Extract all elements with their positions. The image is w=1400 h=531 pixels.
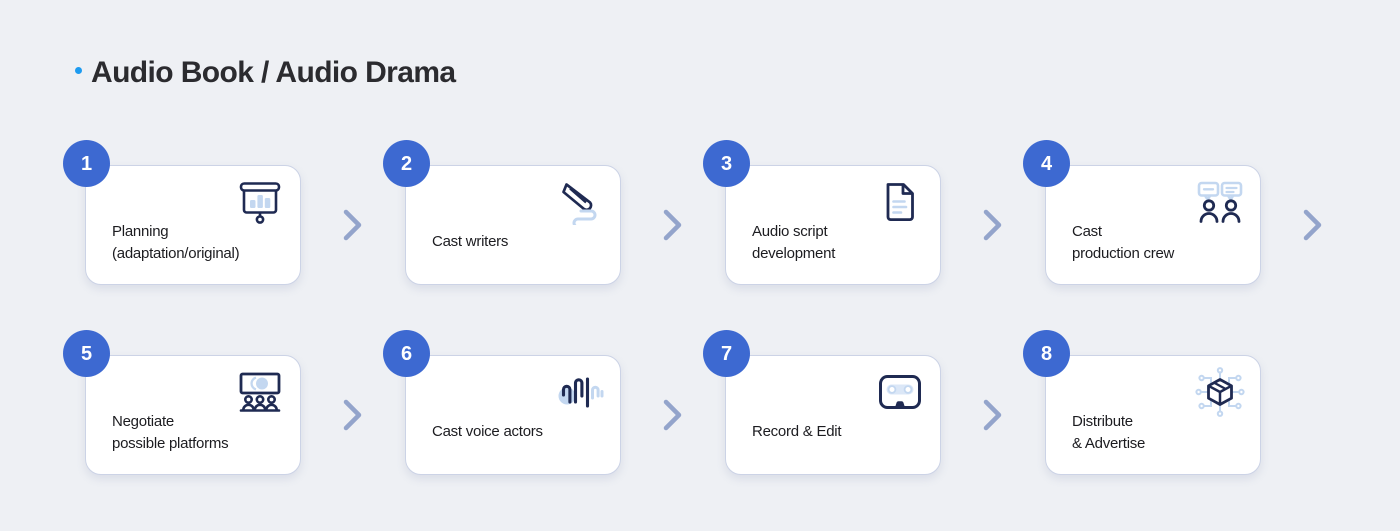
step-label-line2: production crew (1072, 244, 1175, 262)
people-speech-icon (1193, 177, 1247, 227)
step-label-line2: possible platforms (112, 434, 229, 452)
step-number-badge: 5 (63, 330, 110, 377)
flow-step-1[interactable]: 1 Planning (adaptation/original) (63, 140, 301, 285)
step-number-badge: 1 (63, 140, 110, 187)
step-label-line1: Cast writers (432, 232, 509, 250)
step-number-badge: 8 (1023, 330, 1070, 377)
bullet-dot-icon (75, 66, 82, 74)
chevron-right-icon (301, 355, 405, 475)
step-label-line2: development (752, 244, 836, 262)
document-script-icon (873, 177, 927, 227)
step-label: Planning (adaptation/original) (112, 221, 291, 265)
step-label: Cast production crew (1072, 221, 1251, 265)
chevron-right-icon (301, 165, 405, 285)
step-label: Record & Edit (752, 421, 931, 443)
step-label-line2: (adaptation/original) (112, 244, 240, 262)
page-title: Audio Book / Audio Drama (75, 56, 456, 90)
cassette-tape-icon (873, 367, 927, 417)
page-title-text: Audio Book / Audio Drama (91, 56, 456, 89)
chevron-right-icon (941, 355, 1045, 475)
presentation-chart-icon (233, 177, 287, 227)
step-label-line1: Negotiate (112, 412, 174, 430)
step-label-line1: Planning (112, 222, 169, 240)
flow-step-7[interactable]: 7 Record & Edit (703, 330, 941, 475)
step-label-line1: Audio script (752, 222, 828, 240)
chevron-right-icon (1261, 165, 1365, 285)
step-label: Audio script development (752, 221, 931, 265)
flow-row-2: 5 Negotiate possible platforms 6 Cast vo… (0, 330, 1400, 520)
chevron-right-icon (941, 165, 1045, 285)
chevron-right-icon (621, 165, 725, 285)
step-label: Negotiate possible platforms (112, 411, 291, 455)
flow-step-8[interactable]: 8 Distribute & Advertise (1023, 330, 1261, 475)
step-label: Distribute & Advertise (1072, 411, 1251, 455)
step-number-badge: 6 (383, 330, 430, 377)
sound-wave-icon (553, 367, 607, 417)
step-label: Cast writers (432, 231, 611, 253)
step-number-badge: 3 (703, 140, 750, 187)
process-flow-diagram: 1 Planning (adaptation/original) 2 Cast … (0, 140, 1400, 520)
flow-step-3[interactable]: 3 Audio script development (703, 140, 941, 285)
step-number-badge: 2 (383, 140, 430, 187)
step-label: Cast voice actors (432, 421, 611, 443)
step-label-line2: & Advertise (1072, 434, 1146, 452)
flow-step-4[interactable]: 4 Cast production crew (1023, 140, 1261, 285)
step-number-badge: 7 (703, 330, 750, 377)
screen-audience-icon (233, 367, 287, 417)
step-number-badge: 4 (1023, 140, 1070, 187)
chevron-right-icon (621, 355, 725, 475)
flow-step-2[interactable]: 2 Cast writers (383, 140, 621, 285)
flow-step-5[interactable]: 5 Negotiate possible platforms (63, 330, 301, 475)
step-label-line1: Cast voice actors (432, 422, 543, 440)
flow-row-1: 1 Planning (adaptation/original) 2 Cast … (0, 140, 1400, 330)
flow-step-6[interactable]: 6 Cast voice actors (383, 330, 621, 475)
step-label-line1: Distribute (1072, 412, 1133, 430)
package-network-icon (1193, 367, 1247, 417)
step-label-line1: Record & Edit (752, 422, 842, 440)
step-label-line1: Cast (1072, 222, 1102, 240)
pen-writing-icon (553, 177, 607, 227)
